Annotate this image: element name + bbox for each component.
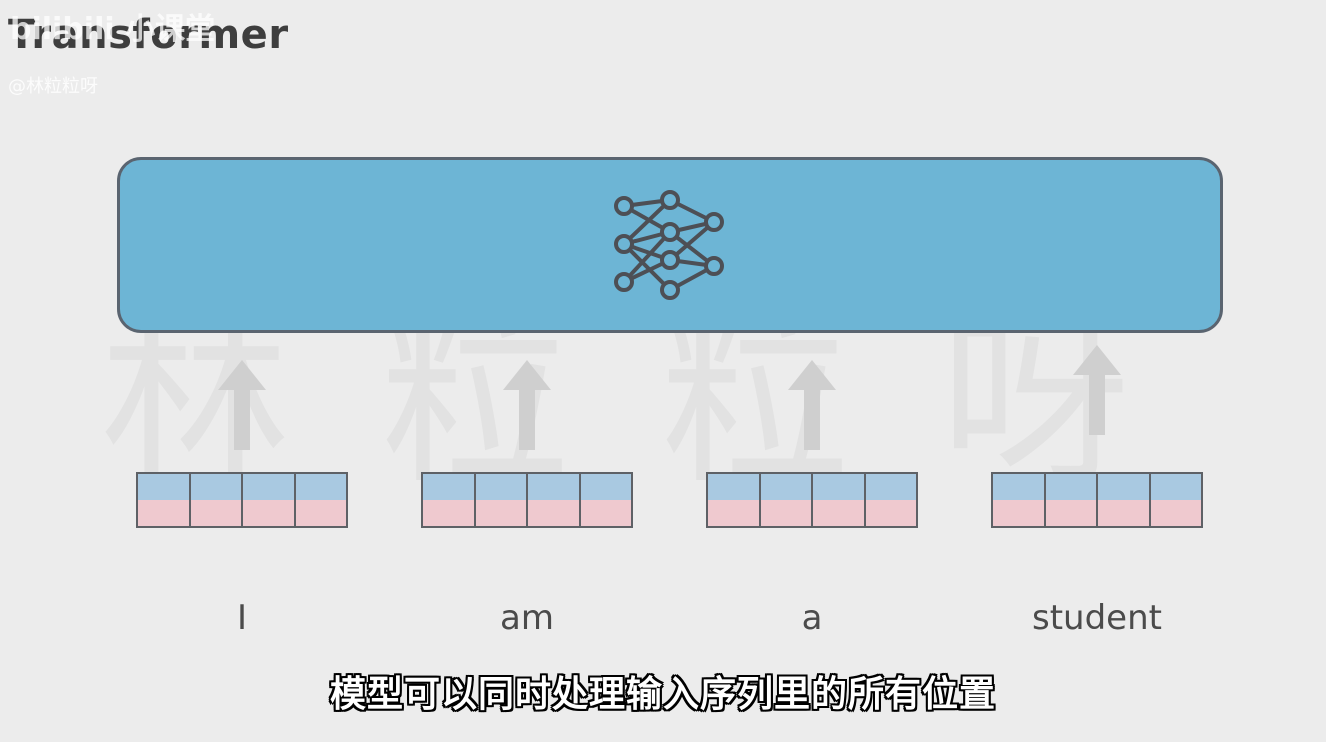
- vector-cell: [1045, 474, 1096, 526]
- token-word: I: [236, 598, 248, 638]
- embedding-vector: [136, 472, 348, 528]
- up-arrow-icon: [503, 360, 551, 450]
- bilibili-logo-watermark: bilibili 小课堂: [10, 12, 216, 47]
- vector-cell: [423, 474, 474, 526]
- token-word: student: [1032, 598, 1162, 638]
- vector-cell: [865, 474, 916, 526]
- up-arrow-icon: [788, 360, 836, 450]
- embedding-vector: [706, 472, 918, 528]
- vector-cell: [190, 474, 241, 526]
- up-arrow-icon: [1073, 345, 1121, 435]
- up-arrow-icon: [218, 360, 266, 450]
- token-word: a: [801, 598, 823, 638]
- vector-cell: [1150, 474, 1201, 526]
- vector-cell: [580, 474, 631, 526]
- vector-cell: [138, 474, 189, 526]
- author-handle-watermark: @林粒粒呀: [8, 76, 98, 97]
- vector-cell: [813, 474, 864, 526]
- embedding-vector: [421, 472, 633, 528]
- vector-cell: [528, 474, 579, 526]
- vector-cell: [993, 474, 1044, 526]
- vector-cell: [1098, 474, 1149, 526]
- video-subtitle: 模型可以同时处理输入序列里的所有位置: [329, 674, 996, 715]
- vector-cell: [708, 474, 759, 526]
- vector-cell: [475, 474, 526, 526]
- embedding-vector: [991, 472, 1203, 528]
- vector-cell: [760, 474, 811, 526]
- vector-cell: [295, 474, 346, 526]
- token-word: am: [500, 598, 554, 638]
- vector-cell: [243, 474, 294, 526]
- neural-network-icon: [614, 190, 724, 300]
